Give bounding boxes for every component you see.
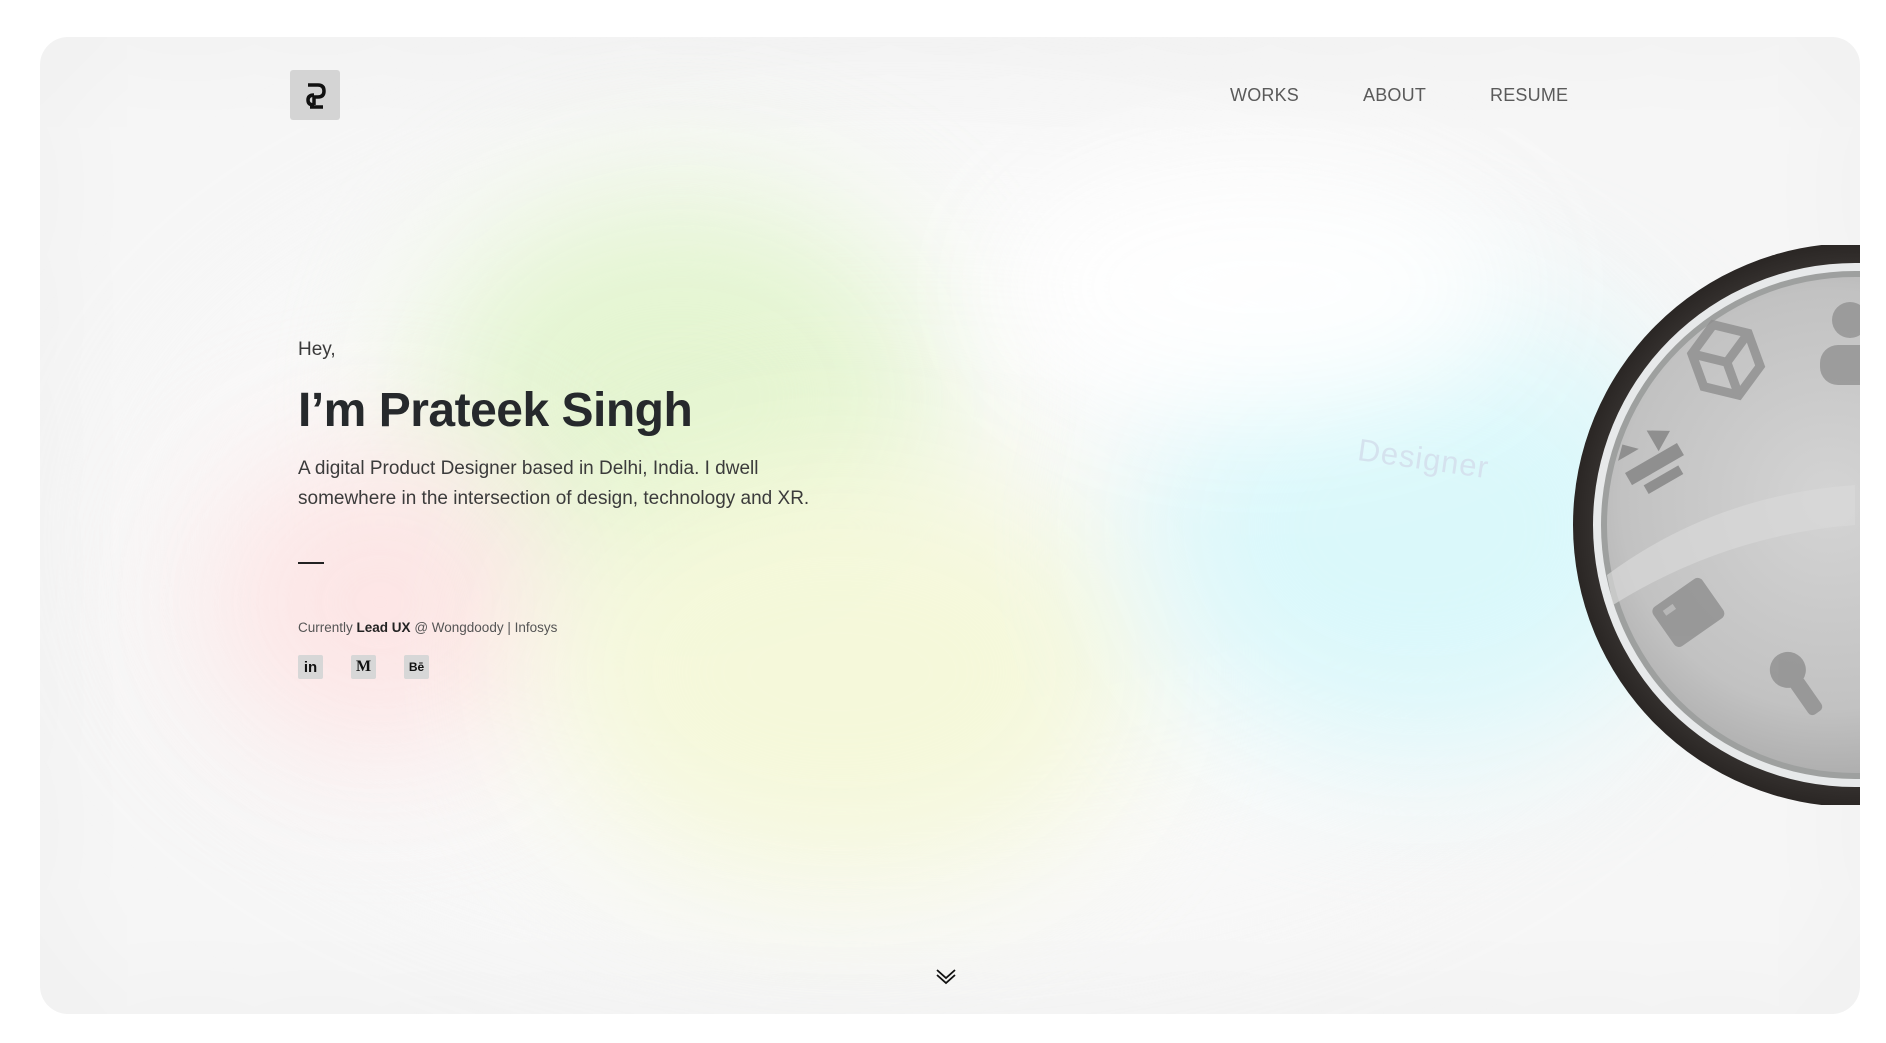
role-title: Lead UX xyxy=(356,620,411,635)
role-dial[interactable] xyxy=(1555,245,1860,805)
linkedin-icon[interactable]: in xyxy=(298,655,323,679)
social-links: in M Bē xyxy=(298,655,858,679)
scroll-down-icon[interactable] xyxy=(934,964,958,988)
main-nav: WORKS ABOUT RESUME xyxy=(1230,85,1568,106)
hero-description: A digital Product Designer based in Delh… xyxy=(298,458,810,509)
nav-about[interactable]: ABOUT xyxy=(1363,85,1426,106)
logo-button[interactable] xyxy=(290,70,340,120)
medium-icon[interactable]: M xyxy=(351,655,376,679)
page-title: I’m Prateek Singh xyxy=(298,384,693,437)
current-role: Currently Lead UX @ Wongdoody | Infosys xyxy=(298,620,558,635)
hero-card: WORKS ABOUT RESUME Hey, I’m Prateek Sing… xyxy=(40,37,1860,1014)
company-name: @ Wongdoody | Infosys xyxy=(414,620,558,635)
nav-works[interactable]: WORKS xyxy=(1230,85,1299,106)
greeting: Hey, xyxy=(298,339,336,360)
behance-icon[interactable]: Bē xyxy=(404,655,429,679)
divider xyxy=(298,562,324,564)
nav-resume[interactable]: RESUME xyxy=(1490,85,1568,106)
hero-section: Hey, I’m Prateek Singh A digital Product… xyxy=(298,339,858,679)
logo-icon xyxy=(306,83,326,109)
